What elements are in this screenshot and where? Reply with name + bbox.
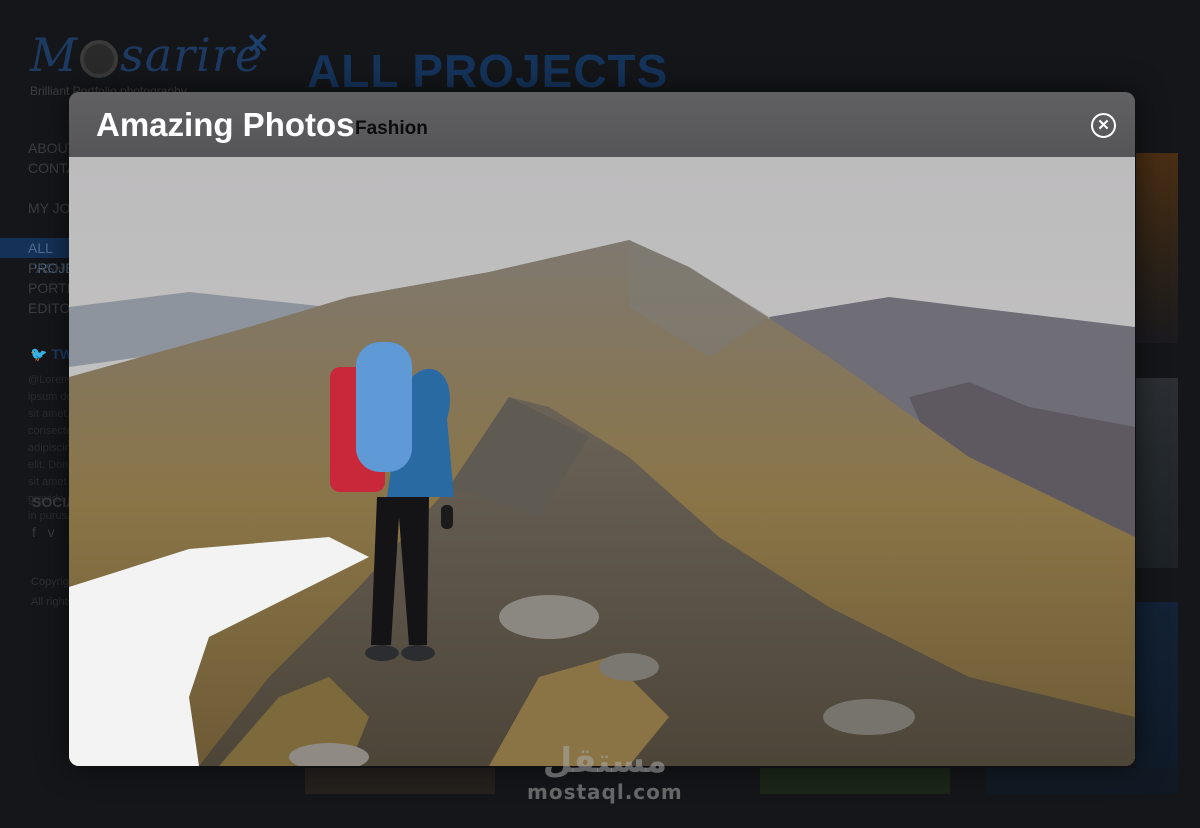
project-thumbnail[interactable] [305, 768, 495, 794]
camera-lens-icon [80, 40, 119, 78]
lightbox-title: Amazing Photos [96, 106, 355, 143]
twitter-icon: 🐦 [30, 346, 48, 362]
facebook-icon[interactable]: f [32, 524, 36, 540]
social-icons: f v [32, 524, 55, 540]
project-thumbnail[interactable] [987, 768, 1177, 794]
lightbox-header: Amazing Photos Fashion ✕ [69, 92, 1135, 157]
hiker-mountain-photo [69, 157, 1135, 766]
project-thumbnail[interactable] [760, 768, 950, 794]
site-logo[interactable]: Msarire [30, 28, 263, 82]
vimeo-icon[interactable]: v [48, 524, 55, 540]
project-thumbnail[interactable] [1136, 602, 1178, 792]
mostaql-watermark: مستقل mostaql.com [527, 741, 683, 804]
lightbox-category: Fashion [355, 118, 428, 139]
close-icon[interactable]: ✕ [1091, 113, 1116, 138]
photo-lightbox: Amazing Photos Fashion ✕ [69, 92, 1135, 766]
project-thumbnail[interactable] [1136, 153, 1178, 343]
page-title: ALL PROJECTS [307, 45, 669, 97]
close-menu-icon[interactable]: ✕ [246, 30, 269, 58]
project-thumbnail[interactable] [1136, 378, 1178, 568]
